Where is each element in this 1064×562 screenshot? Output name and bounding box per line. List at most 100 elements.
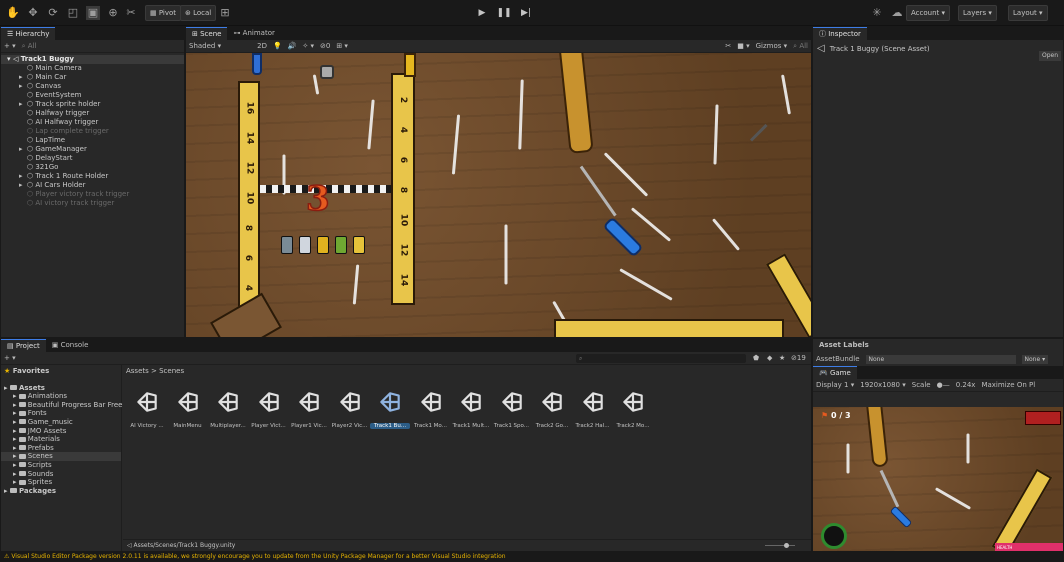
tab-console[interactable]: ▣ Console [46,339,95,352]
transform-icon[interactable]: ⊕ [106,6,120,20]
slider-thumb[interactable] [784,543,789,548]
hierarchy-item[interactable]: ▸ ⬡ Track sprite holder [1,100,184,109]
car-sprite[interactable] [353,236,365,254]
expand-arrow-icon[interactable]: ▸ [13,470,19,478]
tab-project[interactable]: ▤ Project [1,339,46,352]
favorite-star-icon[interactable]: ★ [779,354,785,362]
project-folder-animations[interactable]: ▸ Animations [1,392,121,401]
tab-inspector[interactable]: ⓘ Inspector [813,27,867,40]
status-bar[interactable]: ⚠ Visual Studio Editor Package version 2… [0,552,1064,562]
effects-icon[interactable]: ✧ ▾ [302,42,314,50]
icon-size-slider[interactable] [765,545,795,546]
cloud-icon[interactable]: ☁ [890,6,904,20]
hierarchy-item[interactable]: ⬡ Halfway trigger [1,109,184,118]
expand-arrow-icon[interactable]: ▸ [19,100,27,109]
scene-asset-item[interactable]: Track2 Mo... [613,389,653,429]
play-button[interactable]: ▶ [474,6,490,20]
scene-asset-item[interactable]: Player1 Vic... [289,389,329,429]
create-button[interactable]: + ▾ [4,42,16,50]
hierarchy-item[interactable]: ⬡ AI Halfway trigger [1,118,184,127]
scene-asset-item[interactable]: Track1 Spo... [492,389,532,429]
camera-dropdown[interactable]: ■ ▾ [737,42,749,50]
expand-arrow-icon[interactable]: ▸ [19,145,27,154]
scene-asset-item[interactable]: Track2 Hal... [573,389,613,429]
pause-button[interactable]: ❚❚ [496,6,512,20]
layers-dropdown[interactable]: Layers ▾ [958,5,997,21]
hierarchy-item[interactable]: ⬡ EventSystem [1,91,184,100]
hierarchy-item[interactable]: ⬡ Lap complete trigger [1,127,184,136]
display-dropdown[interactable]: Display 1 ▾ [816,381,854,389]
project-folder-prefabs[interactable]: ▸ Prefabs [1,444,121,453]
filter-type-icon[interactable]: ⬟ [753,354,759,362]
scene-asset-item[interactable]: Multiplayer... [208,389,248,429]
maximize-toggle[interactable]: Maximize On Pl [981,381,1035,389]
tab-game[interactable]: 🎮 Game [813,366,857,379]
scene-search-input[interactable]: ⌕ All [793,42,808,51]
mode-2d-toggle[interactable]: 2D [257,42,267,50]
gizmos-dropdown[interactable]: Gizmos ▾ [756,42,788,50]
game-viewport[interactable]: ⚑ 0 / 3 HEALTH [813,407,1063,551]
scale-slider[interactable]: ●— [937,381,950,389]
hierarchy-item[interactable]: ⬡ LapTime [1,136,184,145]
project-folder-beautiful-progress-bar-free[interactable]: ▸ Beautiful Progress Bar Free [1,401,123,410]
tab-animator[interactable]: ⊶ Animator [227,27,280,40]
tab-hierarchy[interactable]: ☰ Hierarchy [1,27,56,40]
open-button[interactable]: Open [1038,51,1061,61]
shading-dropdown[interactable]: Shaded ▾ [189,42,221,50]
hierarchy-item[interactable]: ▸ ⬡ Track 1 Route Holder [1,172,184,181]
project-folder-scenes[interactable]: ▸ Scenes [1,452,121,461]
expand-arrow-icon[interactable]: ▸ [13,461,19,469]
favorites-row[interactable]: ★ Favorites [1,367,121,376]
pivot-toggle[interactable]: ▦ Pivot [145,5,182,21]
project-folder-sprites[interactable]: ▸ Sprites [1,478,121,487]
project-folder-sounds[interactable]: ▸ Sounds [1,470,121,479]
expand-arrow-icon[interactable]: ▸ [13,427,19,435]
project-create-button[interactable]: + ▾ [4,354,16,362]
car-sprite[interactable] [317,236,329,254]
project-folder-materials[interactable]: ▸ Materials [1,435,121,444]
filter-label-icon[interactable]: ◆ [767,354,772,362]
asset-bundle-dropdown[interactable]: None [865,354,1016,364]
hierarchy-scene-row[interactable]: ▾ ◁ Track1 Buggy [1,55,184,64]
car-sprite[interactable] [299,236,311,254]
project-folder-fonts[interactable]: ▸ Fonts [1,409,121,418]
scene-asset-item[interactable]: Track1 Mo... [411,389,451,429]
scene-asset-item[interactable]: Player Vict... [249,389,289,429]
scene-asset-item[interactable]: AI Victory ... [127,389,167,429]
hierarchy-item[interactable]: ▸ ⬡ Main Car [1,73,184,82]
project-folder-packages[interactable]: ▸ Packages [1,487,121,496]
car-sprite[interactable] [281,236,293,254]
project-folder-assets[interactable]: ▸ Assets [1,384,121,393]
hierarchy-item[interactable]: ▸ ⬡ GameManager [1,145,184,154]
expand-arrow-icon[interactable]: ▸ [13,444,19,452]
lighting-icon[interactable]: 💡 [273,42,282,50]
scale-icon[interactable]: ◰ [66,6,80,20]
tools-icon[interactable]: ✂ [124,6,138,20]
tools-scene-icon[interactable]: ✂ [725,42,731,50]
grid-snap-icon[interactable]: ⊞ [218,6,232,20]
expand-arrow-icon[interactable]: ▸ [13,401,19,409]
breadcrumb-assets[interactable]: Assets [126,367,149,375]
scene-asset-item[interactable]: Track1 Bu... [370,389,410,429]
expand-arrow-icon[interactable]: ▸ [19,73,27,82]
move-icon[interactable]: ✥ [26,6,40,20]
hidden-objects-icon[interactable]: ⊘0 [320,42,330,50]
hierarchy-item[interactable]: ⬡ 321Go [1,163,184,172]
expand-arrow-icon[interactable]: ▸ [13,392,19,400]
step-button[interactable]: ▶| [518,6,534,20]
hierarchy-item[interactable]: ▸ ⬡ Canvas [1,82,184,91]
audio-icon[interactable]: 🔊 [288,42,297,50]
rotate-icon[interactable]: ⟳ [46,6,60,20]
expand-arrow-icon[interactable]: ▸ [13,409,19,417]
hierarchy-item[interactable]: ⬡ AI victory track trigger [1,199,184,208]
hand-icon[interactable]: ✋ [6,6,20,20]
hierarchy-item[interactable]: ⬡ Player victory track trigger [1,190,184,199]
scene-asset-item[interactable]: Track2 Go... [532,389,572,429]
expand-arrow-icon[interactable]: ▸ [19,172,27,181]
project-search-input[interactable]: ⌕ [576,354,746,363]
breadcrumb-scenes[interactable]: Scenes [159,367,184,375]
layout-dropdown[interactable]: Layout ▾ [1008,5,1048,21]
account-dropdown[interactable]: Account ▾ [906,5,951,21]
scene-asset-item[interactable]: MainMenu [168,389,208,429]
hidden-count[interactable]: ⊘19 [791,354,806,362]
